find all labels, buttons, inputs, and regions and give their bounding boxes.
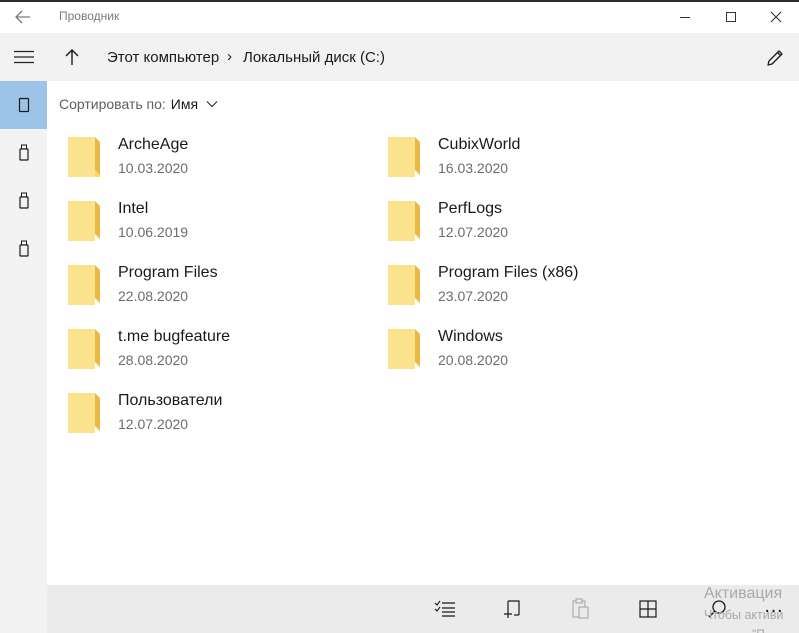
- folder-icon: [68, 393, 100, 433]
- breadcrumb-this-pc[interactable]: Этот компьютер: [107, 49, 219, 66]
- breadcrumb-local-disk[interactable]: Локальный диск (C:): [243, 49, 385, 66]
- select-button[interactable]: [430, 594, 460, 624]
- close-icon: [770, 11, 782, 23]
- rail-item-local-disk[interactable]: [0, 81, 47, 129]
- folder-date: 22.08.2020: [118, 288, 189, 304]
- folder-item[interactable]: PerfLogs 12.07.2020: [380, 196, 680, 248]
- edit-path-button[interactable]: [760, 43, 790, 73]
- folder-name: ArcheAge: [118, 136, 189, 153]
- folder-date: 10.03.2020: [118, 160, 189, 176]
- folder-date: 10.06.2019: [118, 224, 189, 240]
- back-arrow-icon: [15, 10, 30, 24]
- folder-icon: [388, 329, 420, 369]
- usb-drive-icon: [18, 192, 29, 209]
- hamburger-menu-button[interactable]: [0, 33, 47, 81]
- close-button[interactable]: [753, 3, 799, 31]
- folder-name: Program Files: [118, 264, 218, 281]
- folder-name: Windows: [438, 328, 503, 345]
- select-list-icon: [434, 600, 455, 617]
- drive-icon: [18, 97, 29, 113]
- folder-date: 28.08.2020: [118, 352, 189, 368]
- address-bar: Этот компьютер › Локальный диск (C:): [47, 33, 799, 81]
- navigation-rail: [0, 33, 47, 633]
- rail-item-usb-1[interactable]: [0, 129, 47, 177]
- minimize-button[interactable]: [662, 3, 708, 31]
- folder-date: 23.07.2020: [438, 288, 509, 304]
- folder-icon: [68, 329, 100, 369]
- search-button[interactable]: [702, 594, 732, 624]
- folder-icon: [388, 201, 420, 241]
- folder-date: 16.03.2020: [438, 160, 509, 176]
- more-button[interactable]: …: [759, 591, 789, 621]
- sort-label: Сортировать по:: [59, 96, 166, 112]
- pencil-icon: [767, 50, 783, 66]
- grid-view-icon: [639, 600, 657, 618]
- search-icon: [708, 600, 726, 618]
- usb-drive-icon: [18, 144, 29, 161]
- up-arrow-icon: [65, 49, 79, 65]
- maximize-button[interactable]: [708, 3, 754, 31]
- folder-date: 12.07.2020: [438, 224, 509, 240]
- back-button[interactable]: [6, 5, 40, 29]
- new-item-button[interactable]: [498, 594, 528, 624]
- new-item-icon: [504, 600, 520, 618]
- folder-date: 12.07.2020: [118, 416, 189, 432]
- paste-button[interactable]: [566, 594, 596, 624]
- up-button[interactable]: [57, 42, 87, 72]
- rail-item-usb-2[interactable]: [0, 177, 47, 225]
- paste-icon: [572, 598, 589, 619]
- folder-item[interactable]: Пользователи 12.07.2020: [60, 388, 360, 440]
- folder-icon: [68, 201, 100, 241]
- folder-date: 20.08.2020: [438, 352, 509, 368]
- more-icon: …: [763, 594, 785, 617]
- sort-value[interactable]: Имя: [171, 96, 198, 112]
- chevron-down-icon: [206, 100, 218, 108]
- folder-name: CubixWorld: [438, 136, 521, 153]
- folder-item[interactable]: Program Files 22.08.2020: [60, 260, 360, 312]
- hamburger-icon: [13, 50, 34, 64]
- sort-control[interactable]: Сортировать по: Имя: [59, 95, 218, 113]
- folder-icon: [68, 137, 100, 177]
- window-title: Проводник: [59, 9, 120, 23]
- view-button[interactable]: [633, 594, 663, 624]
- folder-item[interactable]: CubixWorld 16.03.2020: [380, 132, 680, 184]
- rail-item-usb-3[interactable]: [0, 225, 47, 273]
- usb-drive-icon: [18, 240, 29, 257]
- folder-name: t.me bugfeature: [118, 328, 231, 345]
- folder-icon: [388, 265, 420, 305]
- command-bar: …: [47, 585, 799, 633]
- minimize-icon: [680, 17, 690, 18]
- folder-item[interactable]: Windows 20.08.2020: [380, 324, 680, 376]
- folder-icon: [388, 137, 420, 177]
- folder-name: Intel: [118, 200, 149, 217]
- folder-item[interactable]: Program Files (x86) 23.07.2020: [380, 260, 680, 312]
- folder-name: Пользователи: [118, 392, 223, 409]
- folder-icon: [68, 265, 100, 305]
- folder-name: Program Files (x86): [438, 264, 579, 281]
- breadcrumb-separator: ›: [227, 48, 232, 65]
- maximize-icon: [726, 12, 736, 22]
- title-bar-edge: [0, 0, 799, 2]
- folder-item[interactable]: t.me bugfeature 28.08.2020: [60, 324, 360, 376]
- folder-name: PerfLogs: [438, 200, 503, 217]
- title-bar: Проводник: [0, 0, 799, 33]
- folder-item[interactable]: ArcheAge 10.03.2020: [60, 132, 360, 184]
- folder-item[interactable]: Intel 10.06.2019: [60, 196, 360, 248]
